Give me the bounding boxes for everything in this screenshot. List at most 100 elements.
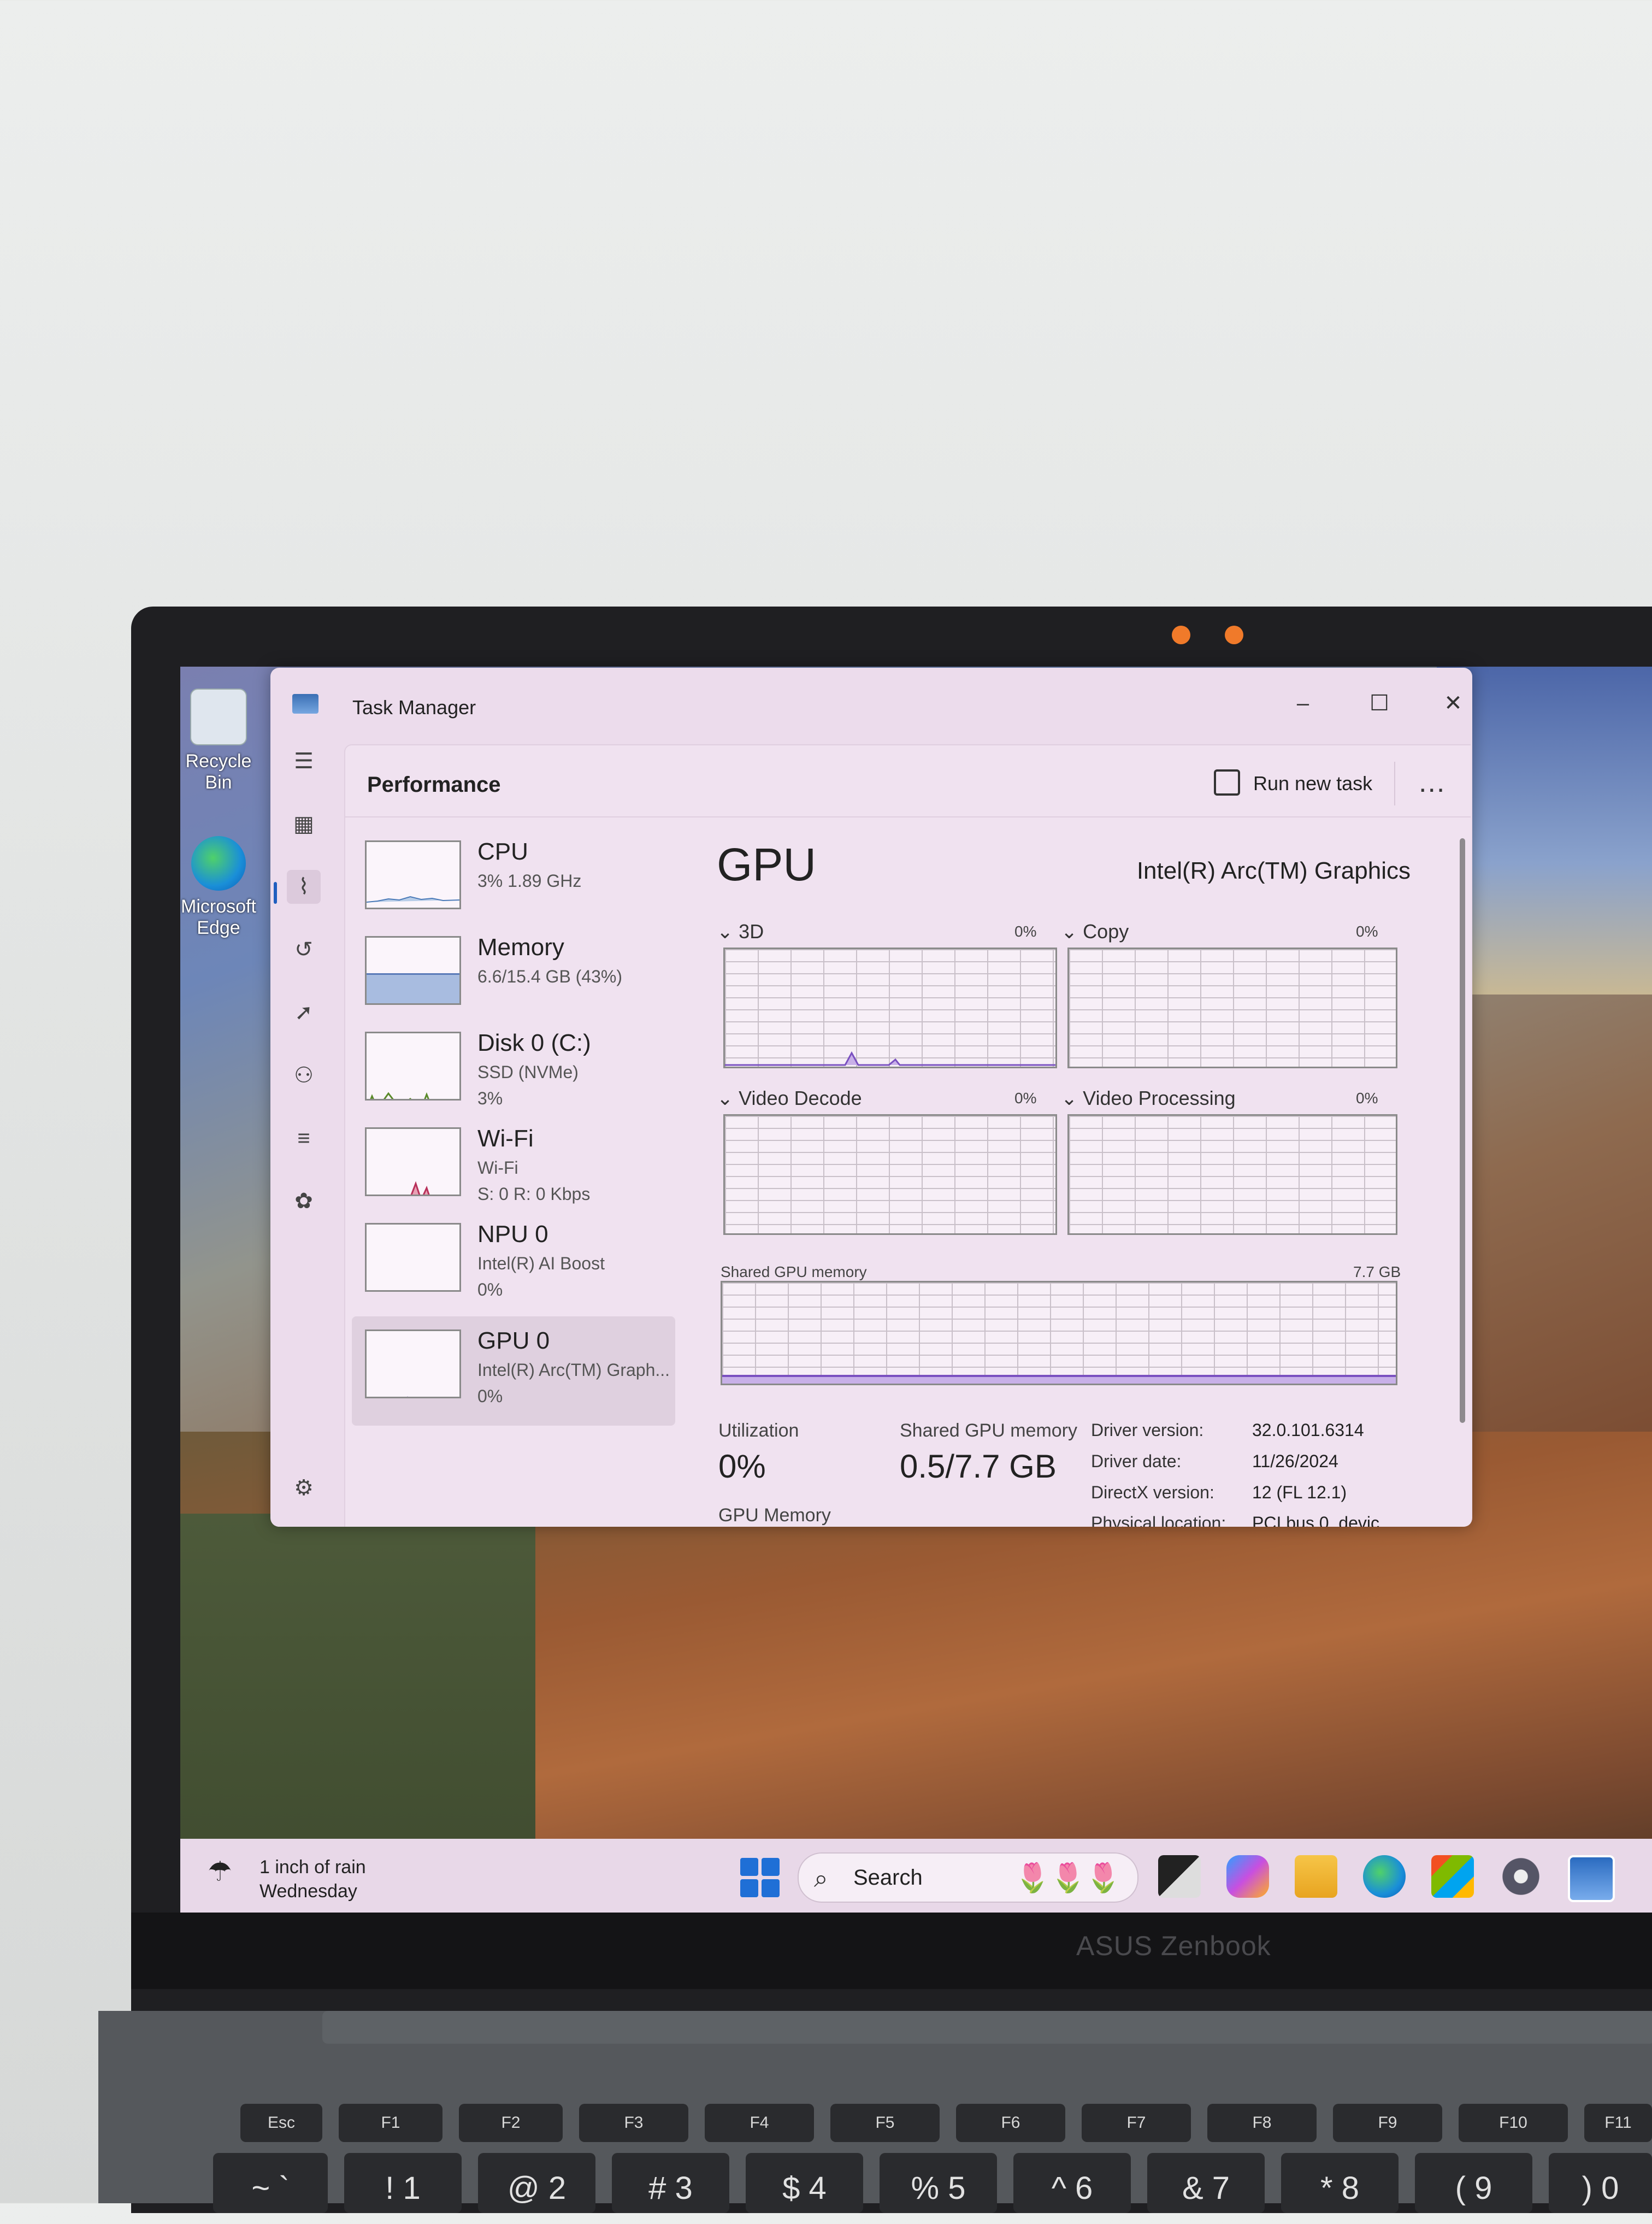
- device-cpu[interactable]: CPU 3% 1.89 GHz: [352, 827, 675, 926]
- key-9[interactable]: ( 9: [1415, 2153, 1532, 2213]
- edge-icon[interactable]: [1363, 1855, 1406, 1898]
- close-button[interactable]: ✕: [1431, 684, 1472, 722]
- performance-icon[interactable]: ⌇: [287, 870, 321, 904]
- key-2[interactable]: @ 2: [478, 2153, 595, 2213]
- gpu-memory-label: GPU Memory: [718, 1505, 831, 1526]
- key-0[interactable]: ) 0: [1549, 2153, 1652, 2213]
- screen-bezel-bottom: [131, 1913, 1652, 1989]
- copilot-icon[interactable]: [1226, 1855, 1269, 1898]
- key-f11[interactable]: F11: [1584, 2104, 1652, 2142]
- scrollbar[interactable]: [1460, 838, 1465, 1423]
- run-task-icon: [1214, 769, 1240, 796]
- weather-line-2: Wednesday: [259, 1881, 357, 1902]
- services-icon[interactable]: ✿: [287, 1184, 321, 1218]
- title-bar[interactable]: Task Manager – ☐ ✕: [270, 668, 1472, 744]
- device-detail-2: S: 0 R: 0 Kbps: [477, 1184, 591, 1204]
- utilization-value: 0%: [718, 1448, 766, 1485]
- app-history-icon[interactable]: ↺: [287, 933, 321, 967]
- engine-video-processing-label[interactable]: ⌄ Video Processing: [1061, 1087, 1236, 1110]
- device-npu[interactable]: NPU 0 Intel(R) AI Boost 0%: [352, 1210, 675, 1308]
- key-f6[interactable]: F6: [956, 2104, 1065, 2142]
- key-tilde[interactable]: ~ `: [213, 2153, 328, 2213]
- device-name: Wi-Fi: [477, 1125, 534, 1152]
- start-button[interactable]: [740, 1858, 780, 1897]
- store-icon[interactable]: [1431, 1855, 1474, 1898]
- taskbar-search[interactable]: ⌕ Search 🌷🌷🌷: [798, 1852, 1138, 1903]
- recycle-bin-shortcut[interactable]: Recycle Bin: [180, 689, 257, 793]
- webcam-light: [1225, 626, 1243, 644]
- key-6[interactable]: ^ 6: [1013, 2153, 1131, 2213]
- page-header: Performance Run new task ...: [345, 745, 1471, 817]
- weather-widget[interactable]: ☂ 1 inch of rain Wednesday: [208, 1855, 366, 1903]
- engine-3d-label[interactable]: ⌄ 3D: [717, 920, 764, 943]
- key-f1[interactable]: F1: [339, 2104, 442, 2142]
- npu-sparkline: [365, 1223, 461, 1292]
- shared-memory-graph: [721, 1281, 1397, 1385]
- run-new-task-button[interactable]: Run new task: [1214, 767, 1372, 800]
- engine-video-decode-pct: 0%: [1014, 1090, 1037, 1107]
- more-options-button[interactable]: ...: [1419, 766, 1446, 799]
- shared-memory-label: Shared GPU memory: [900, 1420, 1077, 1441]
- wifi-sparkline-chart: [410, 1181, 430, 1195]
- task-manager-app-icon: [292, 694, 318, 714]
- key-f4[interactable]: F4: [705, 2104, 814, 2142]
- key-esc[interactable]: Esc: [240, 2104, 322, 2142]
- device-memory[interactable]: Memory 6.6/15.4 GB (43%): [352, 923, 675, 1021]
- tulips-icon: 🌷🌷🌷: [1014, 1862, 1121, 1894]
- directx-version-label: DirectX version:: [1091, 1482, 1214, 1502]
- hinge: [322, 2011, 1652, 2044]
- key-f7[interactable]: F7: [1082, 2104, 1191, 2142]
- task-view-icon[interactable]: [1158, 1855, 1201, 1898]
- key-5[interactable]: % 5: [880, 2153, 997, 2213]
- driver-version-value: 32.0.101.6314: [1252, 1420, 1364, 1440]
- engine-video-decode-label[interactable]: ⌄ Video Decode: [717, 1087, 862, 1110]
- key-f2[interactable]: F2: [459, 2104, 563, 2142]
- chevron-down-icon: ⌄: [1061, 1087, 1083, 1109]
- engine-copy-pct: 0%: [1356, 923, 1378, 940]
- engine-copy-label[interactable]: ⌄ Copy: [1061, 920, 1129, 943]
- hamburger-menu-icon[interactable]: ☰: [287, 744, 321, 778]
- disk-sparkline: [365, 1032, 461, 1101]
- key-4[interactable]: $ 4: [746, 2153, 863, 2213]
- device-detail: 3% 1.89 GHz: [477, 871, 582, 891]
- chevron-down-icon: ⌄: [717, 1087, 739, 1109]
- key-f9[interactable]: F9: [1333, 2104, 1442, 2142]
- device-name: NPU 0: [477, 1221, 548, 1248]
- engine-video-decode-graph: [723, 1114, 1057, 1235]
- key-f8[interactable]: F8: [1207, 2104, 1317, 2142]
- performance-page: Performance Run new task ... CPU 3% 1.89…: [344, 744, 1471, 1527]
- task-manager-taskbar-icon[interactable]: [1568, 1855, 1615, 1902]
- key-3[interactable]: # 3: [612, 2153, 729, 2213]
- device-name: CPU: [477, 838, 528, 865]
- shared-memory-graph-label: Shared GPU memory: [721, 1263, 867, 1280]
- desktop-icon-label: Recycle Bin: [185, 751, 252, 793]
- edge-shortcut[interactable]: Microsoft Edge: [180, 836, 257, 939]
- device-disk[interactable]: Disk 0 (C:) SSD (NVMe) 3%: [352, 1019, 675, 1117]
- processes-icon[interactable]: ▦: [287, 807, 321, 841]
- key-f5[interactable]: F5: [830, 2104, 940, 2142]
- run-new-task-label: Run new task: [1253, 772, 1373, 795]
- details-icon[interactable]: ≡: [287, 1121, 321, 1155]
- minimize-button[interactable]: –: [1281, 684, 1325, 722]
- settings-icon[interactable]: [1500, 1855, 1542, 1898]
- users-icon[interactable]: ⚇: [287, 1058, 321, 1092]
- startup-apps-icon[interactable]: ➚: [287, 996, 321, 1029]
- key-f10[interactable]: F10: [1459, 2104, 1568, 2142]
- key-8[interactable]: * 8: [1281, 2153, 1399, 2213]
- key-1[interactable]: ! 1: [344, 2153, 462, 2213]
- navigation-rail: ☰ ▦ ⌇ ↺ ➚ ⚇ ≡ ✿ ⚙: [270, 744, 341, 1527]
- device-gpu[interactable]: GPU 0 Intel(R) Arc(TM) Graph... 0%: [352, 1316, 675, 1426]
- maximize-button[interactable]: ☐: [1358, 684, 1401, 722]
- page-title: Performance: [367, 773, 501, 797]
- key-7[interactable]: & 7: [1147, 2153, 1265, 2213]
- engine-video-processing-graph: [1067, 1114, 1397, 1235]
- device-wifi[interactable]: Wi-Fi Wi-Fi S: 0 R: 0 Kbps: [352, 1114, 675, 1213]
- utilization-label: Utilization: [718, 1420, 799, 1441]
- settings-gear-icon[interactable]: ⚙: [287, 1471, 321, 1505]
- cpu-sparkline: [365, 840, 461, 909]
- device-detail: Intel(R) AI Boost: [477, 1254, 605, 1273]
- device-detail: SSD (NVMe): [477, 1062, 579, 1082]
- edge-icon: [191, 836, 246, 891]
- file-explorer-icon[interactable]: [1295, 1855, 1337, 1898]
- key-f3[interactable]: F3: [579, 2104, 688, 2142]
